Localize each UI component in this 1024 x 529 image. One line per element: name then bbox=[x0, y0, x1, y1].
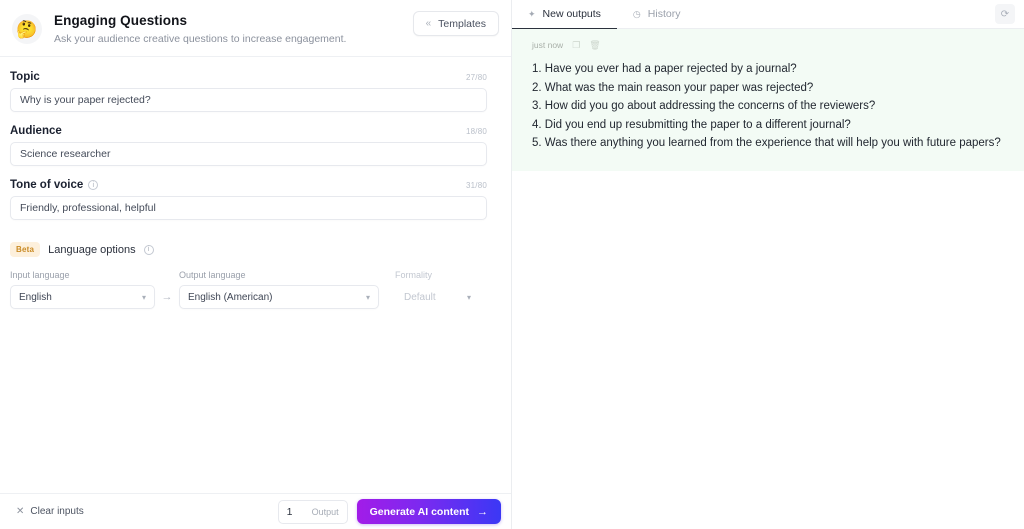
templates-button-label: Templates bbox=[438, 17, 486, 30]
chevron-double-left-icon: « bbox=[425, 17, 432, 29]
tab-history[interactable]: ◷ History bbox=[617, 0, 697, 28]
list-item: 1. Have you ever had a paper rejected by… bbox=[532, 63, 797, 75]
chevron-down-icon: ▾ bbox=[365, 292, 370, 302]
formality-label: Formality bbox=[395, 270, 433, 280]
chevron-down-icon: ▾ bbox=[466, 292, 471, 302]
list-item: 3. How did you go about addressing the c… bbox=[532, 100, 876, 112]
output-count-value: 1 bbox=[286, 505, 293, 518]
formality-value: Default bbox=[404, 291, 436, 303]
field-audience-labelrow: Audience 18/80 bbox=[10, 125, 487, 137]
tab-history-label: History bbox=[647, 8, 681, 20]
audience-input[interactable] bbox=[10, 142, 487, 166]
input-form: Topic 27/80 Audience 18/80 Tone of voice bbox=[0, 57, 511, 493]
language-options-row: Input language English ▾ → Output langua… bbox=[10, 270, 487, 309]
bottom-right-group: 1 Output Generate AI content → bbox=[277, 499, 501, 524]
field-topic-label: Topic bbox=[10, 71, 40, 83]
thinking-face-emoji: 🤔 bbox=[12, 14, 42, 44]
output-result-meta: just now ❐ 🗑 bbox=[532, 40, 1004, 50]
list-item: 2. What was the main reason your paper w… bbox=[532, 81, 814, 94]
output-timestamp: just now bbox=[532, 40, 564, 50]
clear-inputs-label: Clear inputs bbox=[30, 506, 84, 517]
field-tone-of-voice: Tone of voice i 31/80 bbox=[10, 179, 487, 220]
input-language-group: Input language English ▾ bbox=[10, 270, 155, 309]
tab-new-outputs[interactable]: ✦ New outputs bbox=[512, 0, 617, 29]
field-tone-label: Tone of voice bbox=[10, 179, 84, 191]
templates-button[interactable]: « Templates bbox=[412, 11, 499, 36]
output-language-group: Output language English (American) ▾ bbox=[179, 270, 379, 309]
copy-icon[interactable]: ❐ bbox=[572, 40, 580, 50]
arrow-right-icon: → bbox=[477, 505, 488, 518]
input-language-select[interactable]: English ▾ bbox=[10, 285, 155, 309]
output-question-list: 1. Have you ever had a paper rejected by… bbox=[532, 62, 1004, 151]
page-subtitle: Ask your audience creative questions to … bbox=[54, 33, 347, 45]
trash-icon[interactable]: 🗑 bbox=[589, 40, 600, 50]
topic-input[interactable] bbox=[10, 88, 487, 112]
output-language-value: English (American) bbox=[188, 291, 273, 303]
output-tabs: ✦ New outputs ◷ History ⟳ bbox=[512, 0, 1024, 29]
field-tone-labelrow: Tone of voice i 31/80 bbox=[10, 179, 487, 191]
field-tone-counter: 31/80 bbox=[465, 180, 487, 190]
language-info-icon[interactable]: i bbox=[143, 244, 154, 255]
field-tone-label-wrap: Tone of voice i bbox=[10, 179, 99, 191]
clock-icon: ◷ bbox=[632, 8, 641, 19]
info-icon[interactable]: i bbox=[88, 180, 99, 190]
clear-inputs-button[interactable]: ✕ Clear inputs bbox=[10, 502, 90, 521]
field-topic-counter: 27/80 bbox=[465, 72, 487, 82]
field-topic: Topic 27/80 bbox=[10, 71, 487, 112]
input-panel: 🤔 Engaging Questions Ask your audience c… bbox=[0, 0, 512, 529]
output-panel: ✦ New outputs ◷ History ⟳ just now ❐ 🗑 1… bbox=[512, 0, 1024, 529]
close-x-icon: ✕ bbox=[16, 506, 25, 517]
language-options-header: Beta Language options i bbox=[10, 242, 487, 257]
tab-new-outputs-label: New outputs bbox=[542, 8, 601, 20]
output-result-card: just now ❐ 🗑 1. Have you ever had a pape… bbox=[512, 29, 1024, 171]
language-direction-arrow-icon: → bbox=[161, 291, 173, 303]
formality-group: Formality Default ▾ bbox=[395, 270, 480, 309]
field-topic-labelrow: Topic 27/80 bbox=[10, 71, 487, 83]
formality-select[interactable]: Default ▾ bbox=[395, 285, 480, 309]
chevron-down-icon: ▾ bbox=[141, 292, 146, 302]
output-count-stepper[interactable]: 1 Output bbox=[277, 499, 348, 524]
refresh-icon[interactable]: ⟳ bbox=[995, 4, 1015, 24]
language-options-title: Language options bbox=[48, 243, 136, 256]
beta-badge: Beta bbox=[10, 242, 41, 257]
field-audience-label: Audience bbox=[10, 125, 62, 137]
list-item: 4. Did you end up resubmitting the paper… bbox=[532, 118, 851, 131]
output-count-label: Output bbox=[311, 506, 339, 517]
generate-ai-content-button[interactable]: Generate AI content → bbox=[356, 499, 501, 524]
list-item: 5. Was there anything you learned from t… bbox=[532, 137, 1001, 149]
sparkle-icon: ✦ bbox=[528, 8, 536, 19]
tone-of-voice-input[interactable] bbox=[10, 196, 487, 220]
input-language-label: Input language bbox=[10, 270, 70, 280]
output-language-label: Output language bbox=[179, 270, 246, 280]
field-audience: Audience 18/80 bbox=[10, 125, 487, 166]
tool-header-text: Engaging Questions Ask your audience cre… bbox=[54, 13, 346, 46]
field-audience-counter: 18/80 bbox=[465, 126, 487, 136]
bottom-action-bar: ✕ Clear inputs 1 Output Generate AI cont… bbox=[0, 493, 511, 529]
input-language-value: English bbox=[19, 291, 52, 303]
generate-button-label: Generate AI content bbox=[369, 505, 469, 518]
app-root: 🤔 Engaging Questions Ask your audience c… bbox=[0, 0, 1024, 529]
page-title: Engaging Questions bbox=[54, 13, 188, 28]
output-language-select[interactable]: English (American) ▾ bbox=[179, 285, 379, 309]
